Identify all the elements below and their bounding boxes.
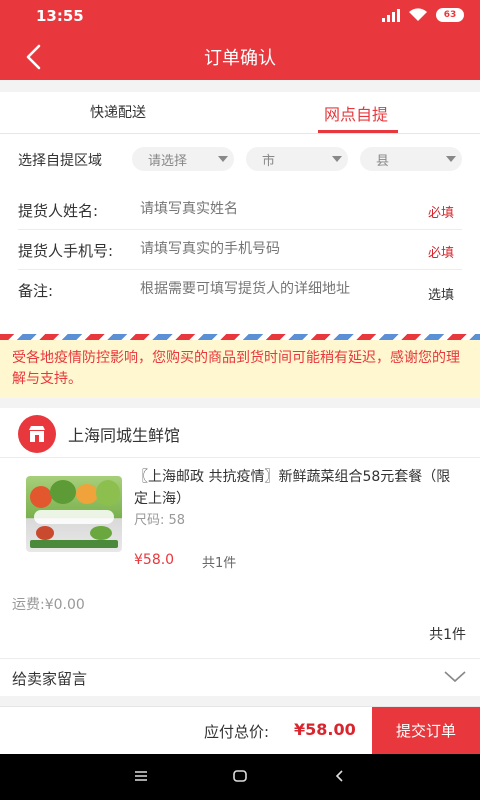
item-total-count: 共1件 — [429, 627, 466, 643]
consignee-phone-row: 提货人手机号: 必填 — [18, 230, 462, 270]
epidemic-notice: 受各地疫情防控影响，您购买的商品到货时间可能稍有延迟，感谢您的理解与支持。 — [0, 340, 480, 398]
required-flag: 必填 — [427, 206, 454, 221]
county-select[interactable]: 县 — [360, 147, 462, 171]
product-image[interactable] — [26, 476, 122, 552]
battery-icon: 63 — [436, 8, 464, 22]
remark-input[interactable] — [140, 280, 410, 296]
county-select-value: 县 — [376, 154, 390, 169]
city-select[interactable]: 市 — [246, 147, 348, 171]
seller-message-label: 给卖家留言 — [12, 670, 88, 688]
product-price: ¥58.0 — [134, 552, 175, 568]
consignee-name-input[interactable] — [140, 200, 410, 216]
optional-flag: 选填 — [427, 288, 454, 303]
product-size: 尺码: 58 — [134, 513, 186, 528]
product-card: 〖上海邮政 共抗疫情〗新鲜蔬菜组合58元套餐（限定上海） 尺码: 58 ¥58.… — [0, 458, 480, 658]
delivery-tabs: 快递配送 网点自提 — [0, 92, 480, 134]
total-amount: ¥58.00 — [294, 720, 356, 739]
consignee-phone-label: 提货人手机号: — [18, 242, 114, 260]
chevron-down-icon — [446, 156, 456, 162]
product-image-strip — [30, 540, 118, 548]
freight-fee: 运费:¥0.00 — [12, 597, 85, 613]
status-bar: 13:55 63 — [0, 0, 480, 32]
pickup-form: 选择自提区域 请选择 市 县 提货人姓名: 必填 提货人手机号: 必填 备注: … — [0, 134, 480, 334]
active-tab-indicator — [318, 130, 398, 133]
remark-label: 备注: — [18, 282, 54, 300]
submit-order-button[interactable]: 提交订单 — [372, 707, 480, 755]
chevron-down-icon — [218, 156, 228, 162]
required-flag: 必填 — [427, 246, 454, 261]
system-nav-bar — [0, 754, 480, 800]
back-icon[interactable] — [331, 767, 349, 785]
status-icons: 63 — [382, 8, 464, 22]
shop-header[interactable]: 上海同城生鲜馆 — [0, 408, 480, 458]
seller-message-row[interactable]: 给卖家留言 — [0, 658, 480, 696]
wifi-icon — [409, 8, 427, 21]
nav-bar: 订单确认 — [0, 32, 480, 80]
shop-name: 上海同城生鲜馆 — [68, 426, 181, 445]
consignee-phone-input[interactable] — [140, 240, 410, 256]
home-icon[interactable] — [231, 767, 249, 785]
product-quantity: 共1件 — [202, 556, 237, 571]
menu-icon[interactable] — [132, 767, 150, 785]
store-icon — [18, 415, 56, 453]
tab-store-pickup[interactable]: 网点自提 — [324, 101, 388, 125]
consignee-name-row: 提货人姓名: 必填 — [18, 190, 462, 230]
province-select[interactable]: 请选择 — [132, 147, 234, 171]
product-title[interactable]: 〖上海邮政 共抗疫情〗新鲜蔬菜组合58元套餐（限定上海） — [134, 466, 464, 510]
tab-express-delivery[interactable]: 快递配送 — [90, 102, 146, 122]
page-title: 订单确认 — [204, 48, 276, 69]
chevron-down-icon — [444, 671, 466, 683]
status-time: 13:55 — [36, 7, 84, 25]
city-select-value: 市 — [262, 154, 276, 169]
remark-row: 备注: 选填 — [18, 270, 462, 324]
signal-icon — [382, 8, 400, 22]
checkout-bar: 应付总价: ¥58.00 提交订单 — [0, 706, 480, 755]
chevron-down-icon — [332, 156, 342, 162]
product-image-banner — [34, 510, 114, 524]
region-label: 选择自提区域 — [18, 153, 102, 169]
province-select-value: 请选择 — [148, 154, 188, 169]
battery-level: 63 — [443, 10, 457, 20]
consignee-name-label: 提货人姓名: — [18, 202, 99, 220]
total-label: 应付总价: — [204, 723, 270, 741]
